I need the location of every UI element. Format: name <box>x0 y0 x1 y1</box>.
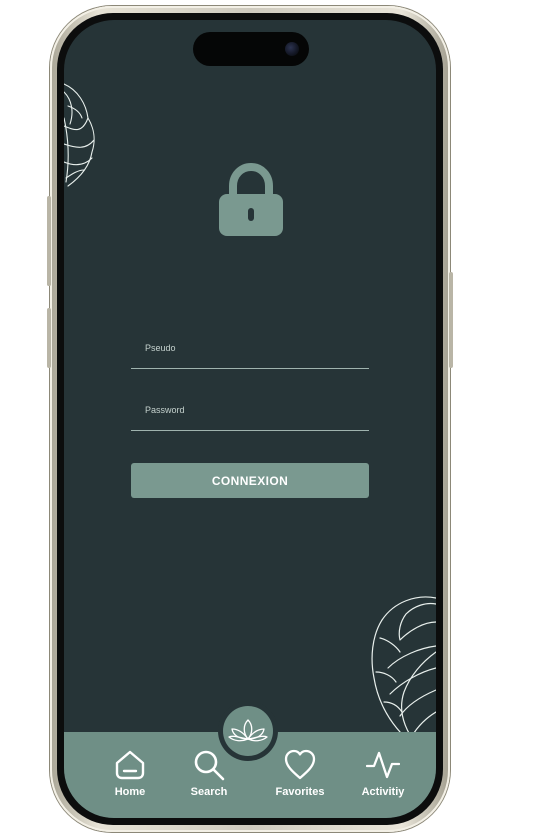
connexion-button[interactable]: CONNEXION <box>131 463 369 498</box>
lock-icon <box>219 162 283 236</box>
tab-activity-label: Activitiy <box>361 786 405 798</box>
tab-search[interactable]: Search <box>174 748 244 804</box>
activity-icon <box>366 751 400 779</box>
tab-search-label: Search <box>190 786 228 798</box>
volume-up-button <box>47 226 51 286</box>
mockup-stage: CONNEXION <box>0 0 550 840</box>
pseudo-input[interactable] <box>145 338 355 358</box>
power-button <box>449 272 453 368</box>
dynamic-island <box>193 32 309 66</box>
tab-home[interactable]: Home <box>95 748 165 804</box>
home-icon <box>115 750 145 780</box>
app-screen: CONNEXION <box>64 20 436 818</box>
search-icon <box>194 750 225 781</box>
camera-icon <box>285 42 299 56</box>
volume-down-button <box>47 308 51 368</box>
password-input[interactable] <box>145 400 355 420</box>
pseudo-field[interactable] <box>131 334 369 369</box>
tab-home-label: Home <box>114 786 146 798</box>
lotus-icon <box>228 719 268 742</box>
heart-icon <box>284 749 316 780</box>
monstera-leaf-top-left-icon <box>64 83 95 187</box>
tab-activity[interactable]: Activitiy <box>348 748 418 804</box>
tab-favorites-label: Favorites <box>275 786 325 798</box>
password-field[interactable] <box>131 396 369 431</box>
tab-favorites[interactable]: Favorites <box>265 748 335 804</box>
